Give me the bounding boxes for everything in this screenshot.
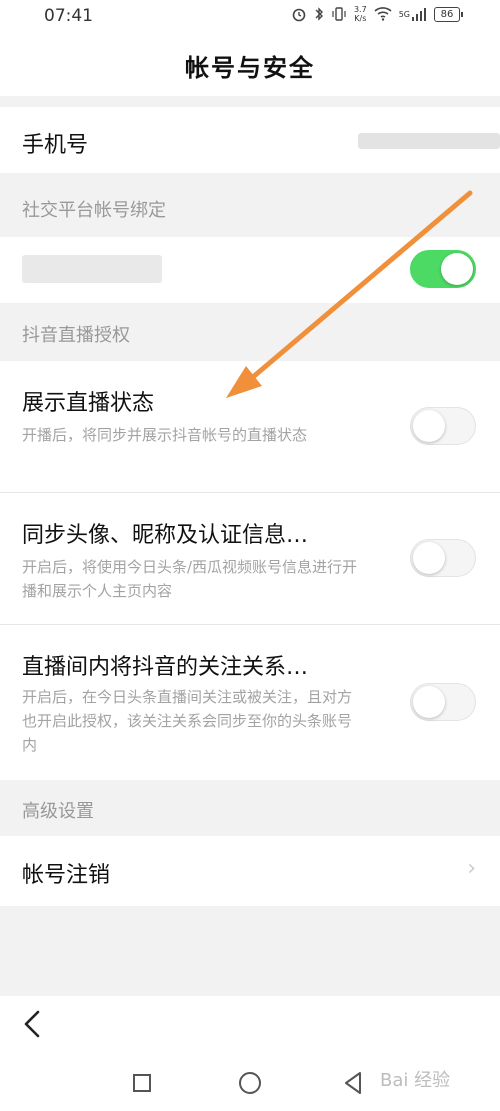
- annotation-arrow: [226, 190, 473, 398]
- back-triangle-icon[interactable]: [342, 1070, 364, 1096]
- watermark: Bai 经验: [380, 1070, 451, 1091]
- recents-icon[interactable]: [133, 1074, 151, 1092]
- back-arrow-icon[interactable]: [18, 1006, 48, 1042]
- home-icon[interactable]: [239, 1072, 261, 1094]
